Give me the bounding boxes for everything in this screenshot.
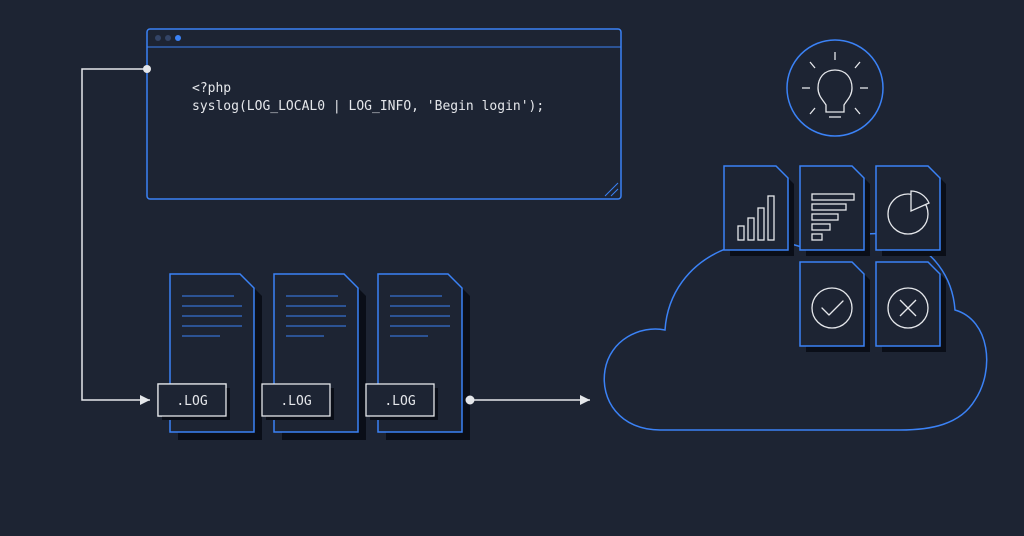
diagram-canvas: <?php syslog(LOG_LOCAL0 | LOG_INFO, 'Beg… — [0, 0, 1024, 536]
code-line-2: syslog(LOG_LOCAL0 | LOG_INFO, 'Begin log… — [192, 99, 544, 114]
window-dot-icon — [175, 35, 181, 41]
report-cross — [876, 262, 946, 352]
report-horizontal-bars — [800, 166, 870, 256]
window-dot-icon — [165, 35, 171, 41]
report-bar-chart — [724, 166, 794, 256]
report-pie-chart — [876, 166, 946, 256]
log-file-2: .LOG — [262, 274, 366, 440]
log-file-1: .LOG — [158, 274, 262, 440]
terminal-window: <?php syslog(LOG_LOCAL0 | LOG_INFO, 'Beg… — [147, 29, 621, 199]
connector-terminal-to-logs — [82, 65, 151, 405]
code-line-1: <?php — [192, 81, 231, 96]
log-file-3: .LOG — [366, 274, 470, 440]
log-badge-label: .LOG — [384, 394, 415, 409]
window-dot-icon — [155, 35, 161, 41]
lightbulb-icon — [787, 40, 883, 136]
connector-logs-to-cloud — [466, 395, 590, 405]
log-badge-label: .LOG — [176, 394, 207, 409]
log-badge-label: .LOG — [280, 394, 311, 409]
report-check — [800, 262, 870, 352]
